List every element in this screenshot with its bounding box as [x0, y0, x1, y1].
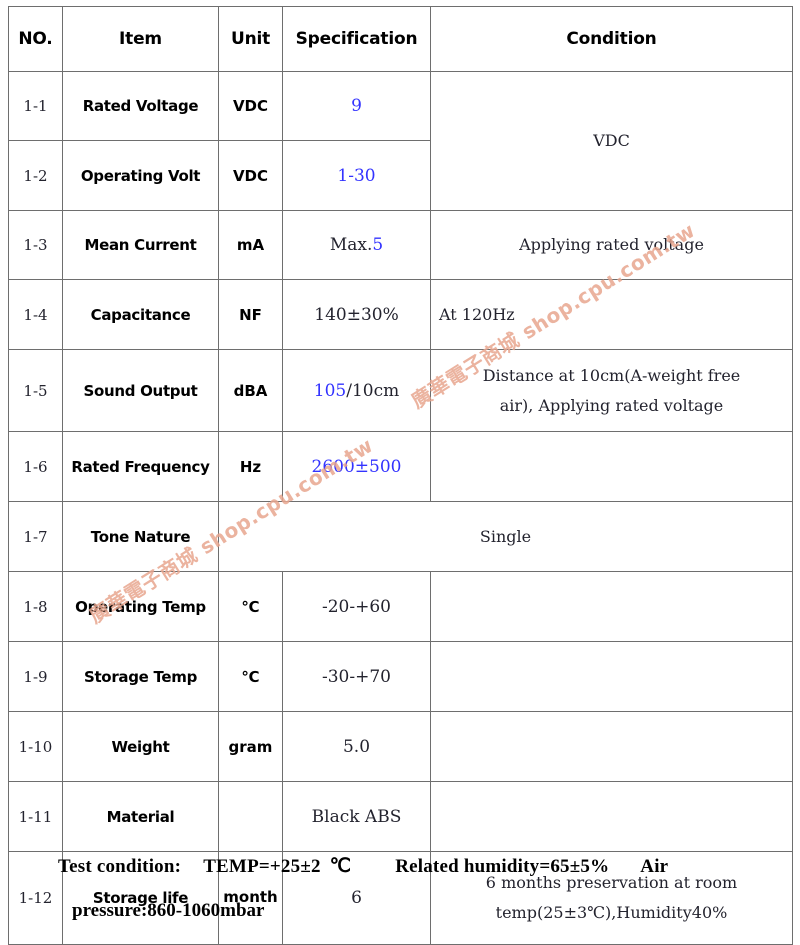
- cell-condition: Distance at 10cm(A-weight free air), App…: [430, 349, 793, 432]
- cell-specification: 9: [282, 71, 431, 141]
- cell-merged-value: Single: [218, 501, 793, 572]
- test-condition-footer: Test condition: TEMP=+25±2 ℃ Related humidi…: [0, 855, 800, 922]
- cell-no: 1-1: [8, 71, 63, 141]
- cell-unit: NF: [218, 279, 283, 350]
- cell-condition: [430, 571, 793, 642]
- cell-no: 1-11: [8, 781, 63, 852]
- cell-no: 1-9: [8, 641, 63, 712]
- cell-specification: -30-+70: [282, 641, 431, 712]
- footer-humidity: Related humidity=65±5%: [395, 856, 610, 877]
- table-row: 1-3 Mean Current mA Max.5 Applying rated…: [8, 210, 793, 280]
- column-header-unit: Unit: [218, 6, 283, 72]
- cell-specification: Black ABS: [282, 781, 431, 852]
- cell-item: Rated Frequency: [62, 431, 219, 502]
- cell-specification: 105/10cm: [282, 349, 431, 432]
- footer-air: Air: [640, 856, 669, 877]
- table-row: 1-6 Rated Frequency Hz 2600±500: [8, 431, 793, 502]
- cell-item: Rated Voltage: [62, 71, 219, 141]
- cell-item: Mean Current: [62, 210, 219, 280]
- footer-line-1: Test condition: TEMP=+25±2 ℃ Related humidi…: [0, 855, 800, 878]
- cell-item: Sound Output: [62, 349, 219, 432]
- cell-unit: [218, 781, 283, 852]
- table-row: 1-7 Tone Nature Single: [8, 501, 793, 572]
- spec-value-blue: 2600±500: [311, 456, 402, 477]
- cell-specification: Max.5: [282, 210, 431, 280]
- spec-value-blue: 105: [313, 380, 347, 401]
- spec-value-blue: 5: [372, 235, 384, 255]
- cell-item: Capacitance: [62, 279, 219, 350]
- cell-no: 1-2: [8, 140, 63, 211]
- column-header-no: NO.: [8, 6, 63, 72]
- cell-condition: [430, 711, 793, 782]
- cell-condition: VDC: [430, 71, 793, 211]
- spec-value-black: Max.: [329, 235, 373, 255]
- table-row: 1-5 Sound Output dBA 105/10cm Distance a…: [8, 349, 793, 432]
- cell-unit: mA: [218, 210, 283, 280]
- cell-no: 1-8: [8, 571, 63, 642]
- cell-specification: 140±30%: [282, 279, 431, 350]
- cell-item: Material: [62, 781, 219, 852]
- cell-unit: VDC: [218, 71, 283, 141]
- condition-line: Distance at 10cm(A-weight free: [482, 365, 741, 385]
- condition-line: air), Applying rated voltage: [499, 395, 724, 415]
- footer-pressure: pressure:860-1060mbar: [72, 900, 265, 921]
- cell-specification: -20-+60: [282, 571, 431, 642]
- footer-temp: TEMP=+25±2: [203, 856, 321, 877]
- cell-no: 1-3: [8, 210, 63, 280]
- table-row: 1-10 Weight gram 5.0: [8, 711, 793, 782]
- table-row: 1-11 Material Black ABS: [8, 781, 793, 852]
- footer-temp-unit: ℃: [329, 856, 352, 877]
- cell-condition: [430, 431, 793, 502]
- table-row: 1-1 Rated Voltage VDC 9 VDC: [8, 71, 793, 211]
- cell-item: Weight: [62, 711, 219, 782]
- column-header-item: Item: [62, 6, 219, 72]
- cell-condition: [430, 641, 793, 712]
- spec-value-blue: 1-30: [337, 165, 376, 186]
- cell-unit: ℃: [218, 641, 283, 712]
- cell-item: Storage Temp: [62, 641, 219, 712]
- spec-value-blue: 9: [351, 96, 362, 116]
- cell-no: 1-4: [8, 279, 63, 350]
- cell-condition: At 120Hz: [430, 279, 793, 350]
- spec-sheet-page: 廣華電子商城 shop.cpu.com.tw 廣華電子商城 shop.cpu.c…: [0, 0, 800, 945]
- spec-value-black: /10cm: [346, 380, 400, 401]
- cell-unit: gram: [218, 711, 283, 782]
- specification-table: NO. Item Unit Specification Condition 1-…: [8, 6, 793, 945]
- cell-no: 1-6: [8, 431, 63, 502]
- cell-no: 1-7: [8, 501, 63, 572]
- cell-specification: 1-30: [282, 140, 431, 211]
- cell-unit: ℃: [218, 571, 283, 642]
- cell-condition: [430, 781, 793, 852]
- cell-specification: 2600±500: [282, 431, 431, 502]
- cell-unit: VDC: [218, 140, 283, 211]
- cell-specification: 5.0: [282, 711, 431, 782]
- cell-item: Operating Volt: [62, 140, 219, 211]
- table-row: 1-9 Storage Temp ℃ -30-+70: [8, 641, 793, 712]
- cell-no: 1-10: [8, 711, 63, 782]
- table-row: 1-8 Operating Temp ℃ -20-+60: [8, 571, 793, 642]
- column-header-specification: Specification: [282, 6, 431, 72]
- cell-no: 1-5: [8, 349, 63, 432]
- column-header-condition: Condition: [430, 6, 793, 72]
- cell-item: Operating Temp: [62, 571, 219, 642]
- footer-line-2: pressure:860-1060mbar: [0, 900, 800, 922]
- table-row: 1-4 Capacitance NF 140±30% At 120Hz: [8, 279, 793, 350]
- cell-item: Tone Nature: [62, 501, 219, 572]
- cell-condition: Applying rated voltage: [430, 210, 793, 280]
- cell-unit: Hz: [218, 431, 283, 502]
- cell-unit: dBA: [218, 349, 283, 432]
- table-header-row: NO. Item Unit Specification Condition: [8, 6, 793, 72]
- footer-label: Test condition:: [58, 856, 182, 877]
